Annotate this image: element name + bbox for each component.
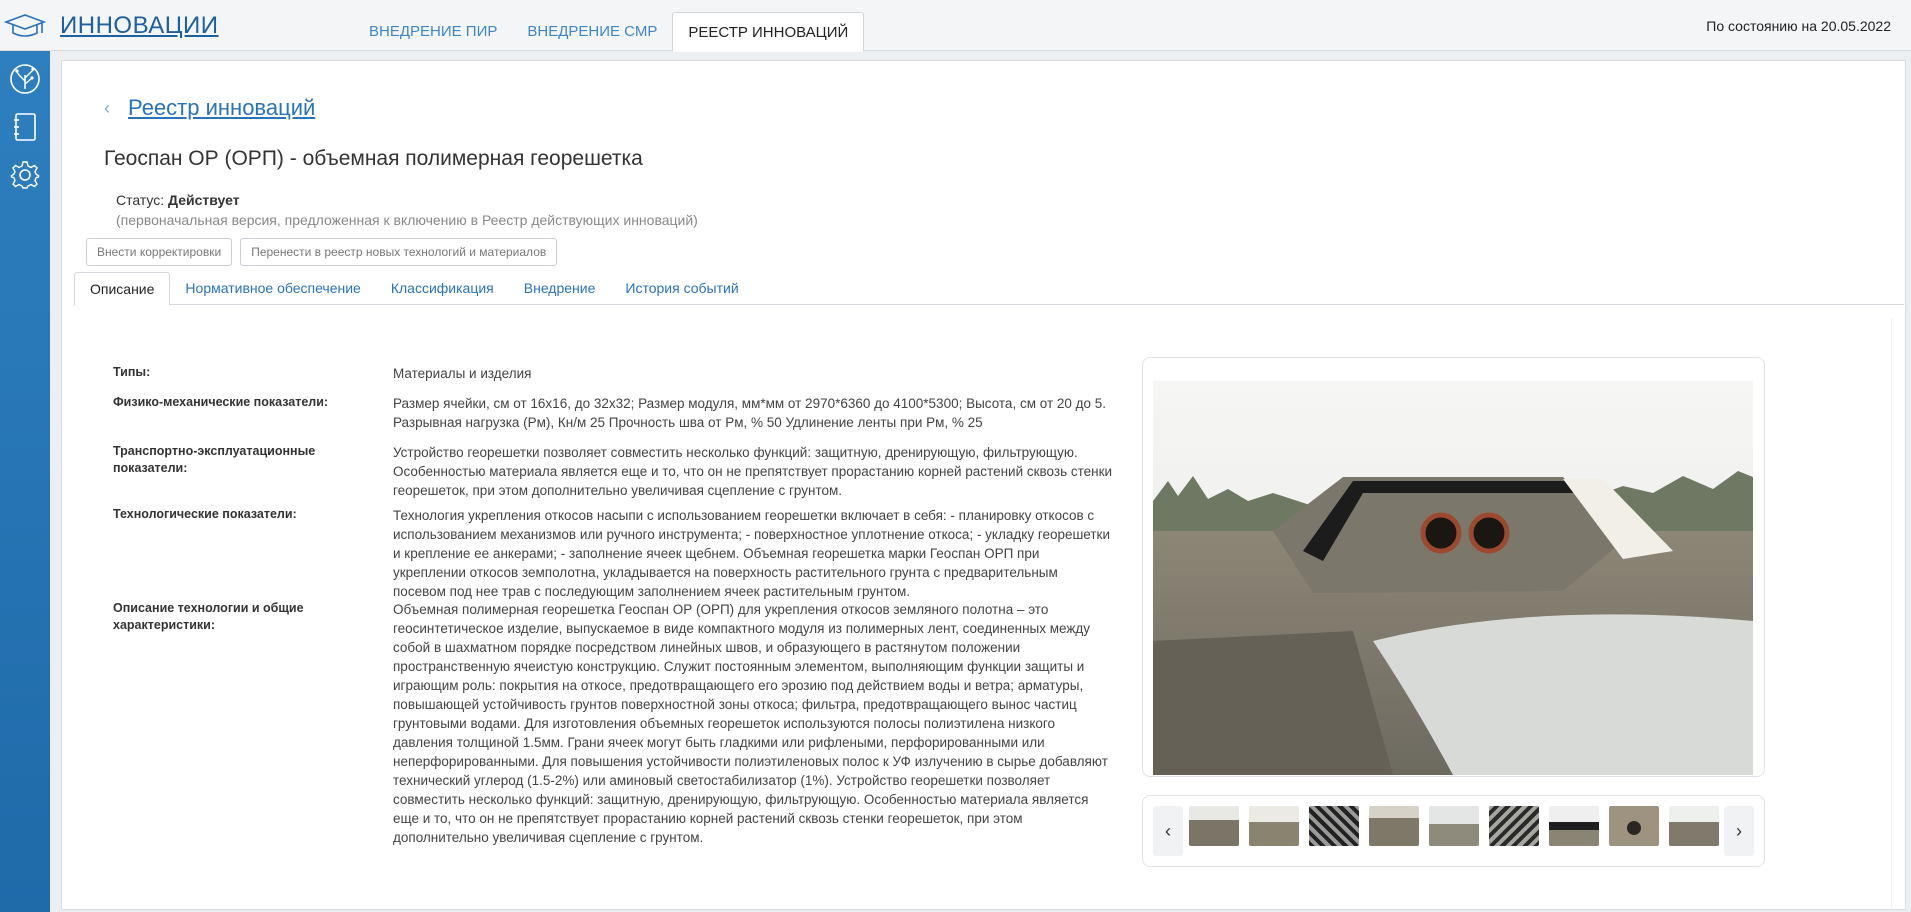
top-nav-tabs: ВНЕДРЕНИЕ ПИР ВНЕДРЕНИЕ СМР РЕЕСТР ИННОВ… — [354, 12, 865, 52]
gallery-main — [1142, 357, 1765, 777]
top-tab-registry[interactable]: РЕЕСТР ИННОВАЦИЙ — [672, 12, 865, 52]
field-row: Описание технологии и общие характеристи… — [113, 600, 1113, 847]
gallery-thumb[interactable] — [1249, 806, 1299, 846]
gallery-prev-button[interactable]: ‹ — [1153, 806, 1183, 856]
tab-implementation[interactable]: Внедрение — [509, 272, 611, 305]
gallery-next-button[interactable]: › — [1724, 806, 1754, 856]
sidebar — [0, 51, 50, 912]
gallery-thumb[interactable] — [1309, 806, 1359, 846]
top-tab-pir[interactable]: ВНЕДРЕНИЕ ПИР — [354, 12, 512, 52]
gallery-thumb[interactable] — [1189, 806, 1239, 846]
app-title[interactable]: ИННОВАЦИИ — [60, 12, 219, 40]
detail-tabs: Описание Нормативное обеспечение Классиф… — [74, 272, 1904, 306]
field-label: Транспортно-эксплуатационные показатели: — [113, 444, 316, 475]
tab-normative[interactable]: Нормативное обеспечение — [170, 272, 375, 305]
tree-icon[interactable] — [0, 55, 50, 103]
gear-icon[interactable] — [0, 151, 50, 199]
breadcrumb-link[interactable]: Реестр инноваций — [128, 95, 315, 121]
field-row: Физико-механические показатели: Размер я… — [113, 394, 1113, 432]
gallery-thumb[interactable] — [1549, 806, 1599, 846]
action-buttons: Внести корректировки Перенести в реестр … — [86, 238, 558, 266]
field-value: Технология укрепления откосов насыпи с и… — [393, 508, 1110, 599]
page-title: Геоспан ОР (ОРП) - объемная полимерная г… — [104, 147, 643, 170]
tab-history[interactable]: История событий — [610, 272, 753, 305]
field-label: Типы: — [113, 365, 151, 379]
field-label: Физико-механические показатели: — [113, 395, 329, 409]
status-line: Статус: Действует — [116, 192, 240, 208]
field-value: Объемная полимерная георешетка Геоспан О… — [393, 602, 1108, 845]
content-scrollbar[interactable] — [1891, 318, 1892, 908]
tab-description[interactable]: Описание — [74, 272, 171, 306]
field-row: Технологические показатели: Технология у… — [113, 506, 1113, 601]
gallery-thumb[interactable] — [1669, 806, 1719, 846]
main-panel: ‹ Реестр инноваций Геоспан ОР (ОРП) - об… — [61, 60, 1906, 910]
field-value: Размер ячейки, см от 16х16, до 32х32; Ра… — [393, 396, 1107, 430]
top-tab-smr[interactable]: ВНЕДРЕНИЕ СМР — [512, 12, 672, 52]
status-label: Статус: — [116, 192, 165, 208]
status-value: Действует — [168, 192, 240, 208]
field-value: Устройство георешетки позволяет совмести… — [393, 445, 1113, 498]
edit-button[interactable]: Внести корректировки — [86, 238, 233, 266]
gallery-thumb[interactable] — [1489, 806, 1539, 846]
breadcrumb: ‹ Реестр инноваций — [104, 95, 315, 121]
graduation-cap-icon[interactable] — [0, 0, 50, 51]
notebook-icon[interactable] — [0, 103, 50, 151]
gallery-thumb[interactable] — [1609, 806, 1659, 846]
gallery-thumbnails: ‹ › — [1142, 795, 1765, 867]
gallery-thumb[interactable] — [1369, 806, 1419, 846]
field-row: Транспортно-эксплуатационные показатели:… — [113, 443, 1113, 500]
gallery-thumb[interactable] — [1429, 806, 1479, 846]
field-value: Материалы и изделия — [393, 366, 532, 381]
field-label: Технологические показатели: — [113, 507, 297, 521]
field-row: Типы: Материалы и изделия — [113, 364, 1113, 383]
field-label: Описание технологии и общие характеристи… — [113, 601, 304, 632]
tab-classification[interactable]: Классификация — [376, 272, 509, 305]
status-note: (первоначальная версия, предложенная к в… — [116, 212, 698, 228]
move-to-registry-button[interactable]: Перенести в реестр новых технологий и ма… — [240, 238, 558, 266]
as-of-date: По состоянию на 20.05.2022 — [1706, 18, 1891, 34]
chevron-left-icon[interactable]: ‹ — [104, 98, 110, 119]
description-content: Типы: Материалы и изделия Физико-механич… — [62, 306, 1892, 911]
top-bar: ИННОВАЦИИ ВНЕДРЕНИЕ ПИР ВНЕДРЕНИЕ СМР РЕ… — [0, 0, 1911, 52]
geogrid-photo[interactable] — [1153, 381, 1753, 775]
